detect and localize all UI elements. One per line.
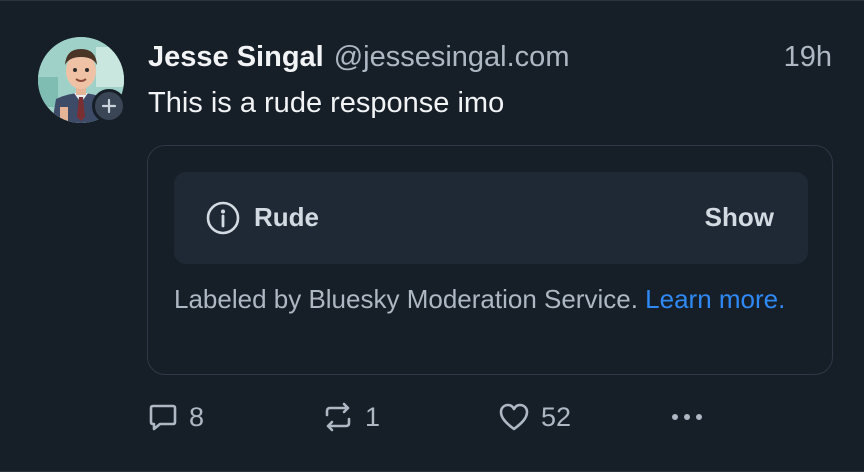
label-attribution-text: Labeled by Bluesky Moderation Service. — [174, 284, 638, 314]
info-icon — [206, 201, 240, 235]
label-attribution: Labeled by Bluesky Moderation Service. L… — [174, 282, 814, 316]
display-name[interactable]: Jesse Singal — [148, 41, 324, 74]
plus-icon — [101, 98, 117, 114]
repost-icon — [325, 402, 351, 432]
label-name: Rude — [254, 202, 319, 232]
post-text: This is a rude response imo — [148, 87, 505, 119]
post-header: Jesse Singal @jessesingal.com 19h — [148, 37, 832, 77]
repost-count: 1 — [365, 401, 381, 432]
reply-icon — [149, 404, 177, 431]
avatar-container[interactable] — [38, 37, 126, 123]
like-count: 52 — [541, 401, 572, 432]
show-button[interactable]: Show — [705, 199, 774, 235]
like-button[interactable]: 52 — [497, 397, 571, 437]
more-options-button[interactable] — [667, 397, 707, 437]
moderation-label-card: Rude Show Labeled by Bluesky Moderation … — [147, 145, 833, 375]
post-actions: 8 1 52 — [147, 397, 747, 437]
follow-button[interactable] — [92, 89, 126, 123]
learn-more-link[interactable]: Learn more. — [645, 284, 785, 314]
timestamp[interactable]: 19h — [784, 41, 832, 74]
content-warning-row[interactable]: Rude Show — [174, 172, 808, 264]
more-options-icon — [672, 414, 702, 420]
reply-count: 8 — [189, 401, 205, 432]
handle[interactable]: @jessesingal.com — [334, 41, 570, 74]
heart-icon — [499, 403, 529, 431]
reply-button[interactable]: 8 — [147, 397, 204, 437]
repost-button[interactable]: 1 — [321, 397, 380, 437]
post[interactable]: Jesse Singal @jessesingal.com 19h This i… — [0, 0, 864, 472]
